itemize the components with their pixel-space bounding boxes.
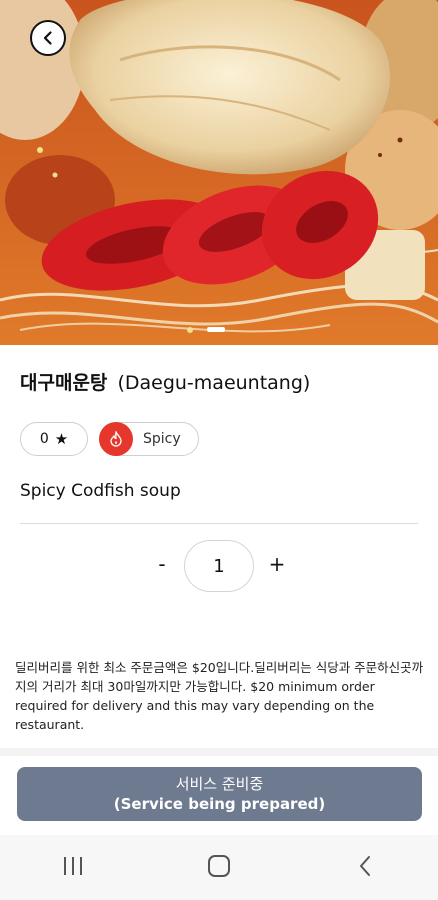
service-preparing-button[interactable]: 서비스 준비중 (Service being prepared) bbox=[17, 767, 422, 821]
image-pager-indicator bbox=[207, 327, 225, 332]
recent-apps-button[interactable] bbox=[43, 848, 103, 888]
dish-photo-illustration bbox=[0, 0, 438, 345]
dish-description: Spicy Codfish soup bbox=[20, 481, 181, 501]
recent-apps-icon bbox=[62, 856, 84, 880]
system-back-button[interactable] bbox=[335, 848, 395, 888]
dish-photo bbox=[0, 0, 438, 345]
spicy-label: Spicy bbox=[143, 431, 181, 447]
cta-label-korean: 서비스 준비중 bbox=[175, 775, 264, 793]
back-icon bbox=[358, 855, 372, 881]
dish-title: 대구매운탕 (Daegu-maeuntang) bbox=[20, 368, 310, 395]
footer-separator bbox=[0, 748, 438, 756]
system-navigation-bar bbox=[0, 835, 438, 900]
divider bbox=[20, 523, 418, 524]
quantity-value: 1 bbox=[184, 540, 254, 592]
home-button[interactable] bbox=[189, 848, 249, 888]
star-icon: ★ bbox=[54, 430, 69, 448]
spicy-tag: Spicy bbox=[99, 422, 199, 456]
chevron-left-icon bbox=[40, 30, 56, 46]
increase-quantity-button[interactable]: + bbox=[265, 552, 289, 576]
back-button[interactable] bbox=[30, 20, 66, 56]
cta-label-english: (Service being prepared) bbox=[113, 795, 326, 813]
quantity-number: 1 bbox=[213, 555, 225, 577]
delivery-notice: 딜리버리를 위한 최소 주문금액은 $20입니다.딜리버리는 식당과 주문하신곳… bbox=[15, 660, 424, 732]
dish-name-english: (Daegu-maeuntang) bbox=[117, 372, 311, 394]
rating-value: 0 bbox=[39, 431, 49, 447]
dish-name-korean: 대구매운탕 bbox=[20, 372, 108, 394]
home-icon bbox=[207, 854, 231, 882]
flame-icon bbox=[99, 422, 133, 456]
dish-tags: 0 ★ Spicy bbox=[20, 422, 199, 456]
rating-badge: 0 ★ bbox=[20, 422, 88, 456]
quantity-stepper: - 1 + bbox=[0, 540, 438, 594]
decrease-quantity-button[interactable]: - bbox=[150, 552, 174, 576]
